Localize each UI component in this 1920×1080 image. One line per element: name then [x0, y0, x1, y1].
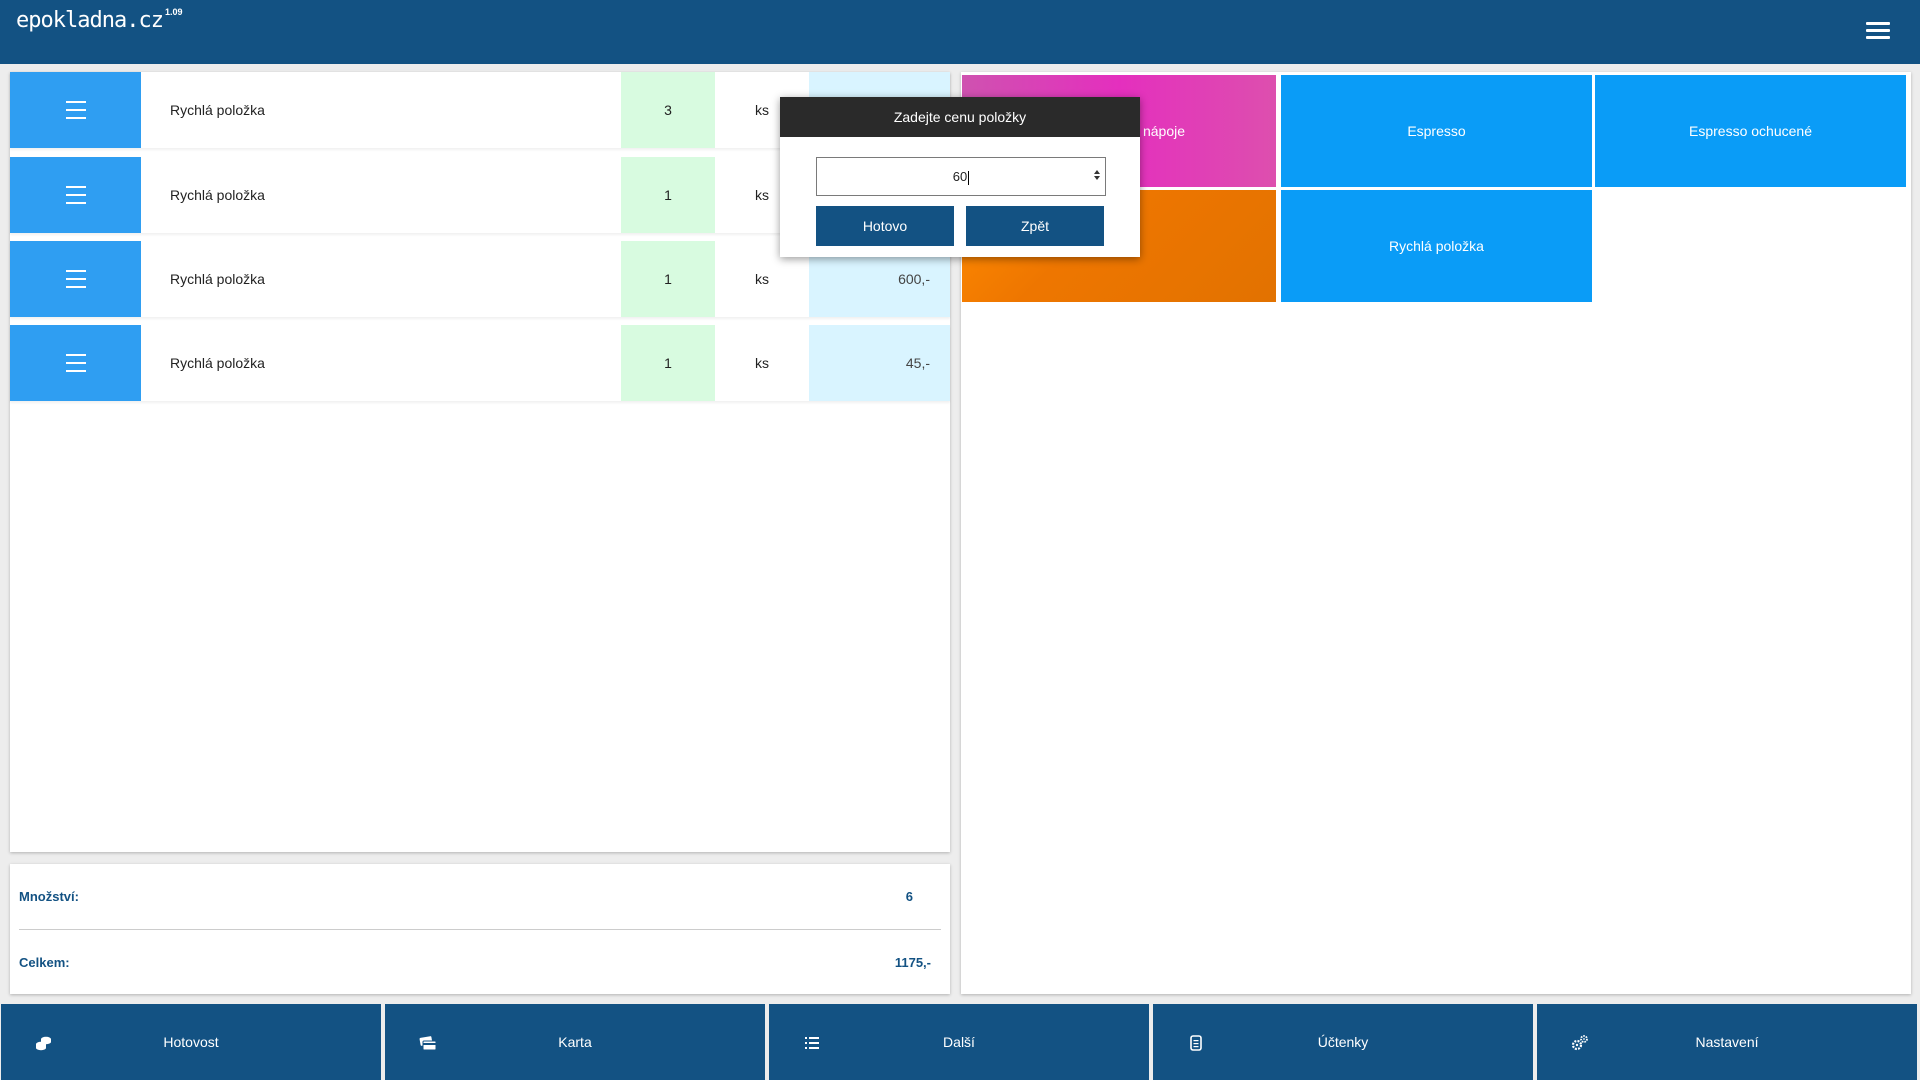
item-unit: ks: [755, 355, 769, 371]
receipts-label: Účtenky: [1317, 1034, 1369, 1050]
item-name: Rychlá položka: [170, 102, 265, 118]
item-quantity[interactable]: 3: [621, 72, 715, 148]
item-name: Rychlá položka: [170, 187, 265, 203]
order-summary: Množství: 6 Celkem: 1175,-: [10, 864, 950, 994]
receipts-button[interactable]: Účtenky: [1153, 1004, 1533, 1080]
more-label: Další: [943, 1034, 975, 1050]
item-quantity[interactable]: 1: [621, 325, 715, 401]
tile-label: nápoje: [1142, 123, 1186, 139]
dialog-title: Zadejte cenu položky: [780, 97, 1140, 137]
spinner-arrows-icon[interactable]: [1093, 170, 1101, 182]
order-row[interactable]: Rychlá položka 1 ks 45,-: [10, 325, 950, 401]
item-price[interactable]: 45,-: [809, 325, 950, 401]
tile-espresso-ochucene[interactable]: Espresso ochucené: [1595, 75, 1906, 187]
price-input[interactable]: 60: [816, 157, 1106, 196]
more-button[interactable]: Další: [769, 1004, 1149, 1080]
tile-label: Rychlá položka: [1389, 238, 1484, 254]
back-button[interactable]: Zpět: [966, 206, 1104, 246]
tile-espresso[interactable]: Espresso: [1281, 75, 1592, 187]
version-label: 1.09: [164, 6, 183, 17]
item-name: Rychlá položka: [170, 271, 265, 287]
item-name: Rychlá položka: [170, 355, 265, 371]
item-quantity[interactable]: 1: [621, 157, 715, 233]
total-label: Celkem:: [19, 955, 70, 970]
cash-label: Hotovost: [163, 1034, 219, 1050]
tile-label: Espresso ochucené: [1689, 123, 1812, 139]
done-button[interactable]: Hotovo: [816, 206, 954, 246]
card-button[interactable]: Karta: [385, 1004, 765, 1080]
quantity-value: 6: [905, 889, 913, 904]
row-menu-icon[interactable]: [10, 72, 141, 148]
settings-label: Nastavení: [1695, 1034, 1759, 1050]
logo-text: epokladna.cz: [16, 8, 164, 33]
app-logo: epokladna.cz 1.09: [16, 6, 183, 33]
price-input-value: 60: [952, 169, 968, 184]
row-menu-icon[interactable]: [10, 157, 141, 233]
tile-rychla-polozka[interactable]: Rychlá položka: [1281, 190, 1592, 302]
hamburger-menu-icon[interactable]: [1866, 22, 1890, 42]
row-menu-icon[interactable]: [10, 241, 141, 317]
total-value: 1175,-: [894, 955, 931, 970]
total-summary: Celkem: 1175,-: [19, 930, 941, 996]
quantity-summary: Množství: 6: [19, 864, 941, 930]
bottom-toolbar: Hotovost Karta Další Účtenky Nastavení: [0, 1004, 1920, 1080]
app-header: epokladna.cz 1.09: [0, 0, 1920, 64]
item-quantity[interactable]: 1: [621, 241, 715, 317]
cash-button[interactable]: Hotovost: [1, 1004, 381, 1080]
tile-label: Espresso: [1407, 123, 1466, 139]
row-menu-icon[interactable]: [10, 325, 141, 401]
settings-button[interactable]: Nastavení: [1537, 1004, 1917, 1080]
card-label: Karta: [558, 1034, 592, 1050]
quantity-label: Množství:: [19, 889, 79, 904]
price-dialog: Zadejte cenu položky 60 Hotovo Zpět: [780, 97, 1140, 257]
